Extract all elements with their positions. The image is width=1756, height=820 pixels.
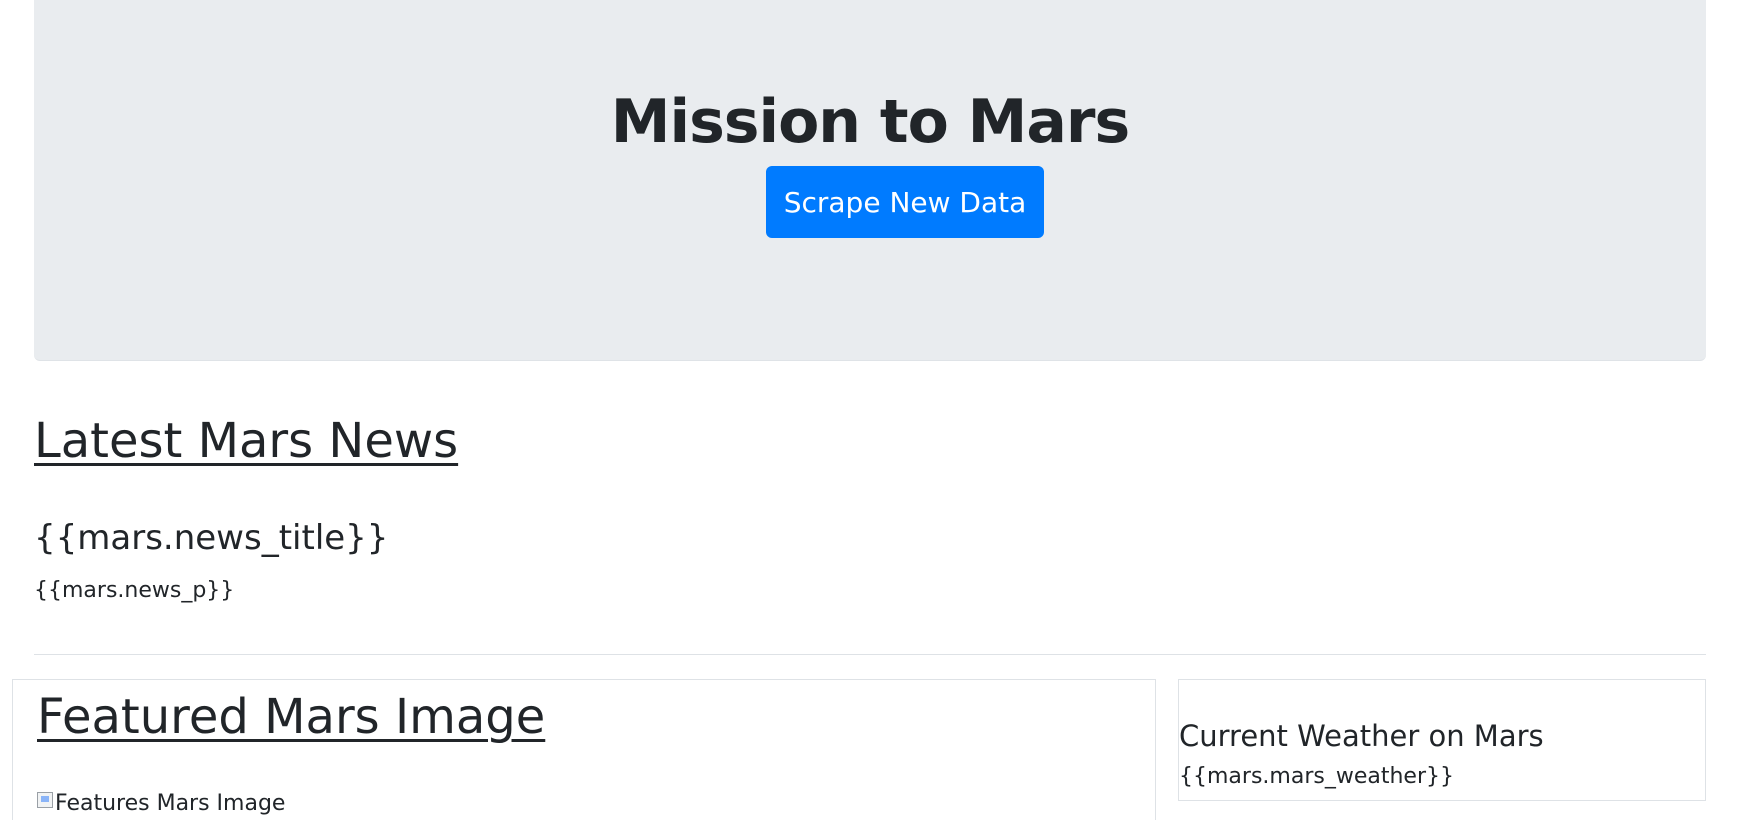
section-divider bbox=[34, 654, 1706, 655]
weather-text: {{mars.mars_weather}} bbox=[1179, 764, 1454, 789]
jumbotron: Mission to Mars Scrape New Data bbox=[34, 0, 1706, 361]
news-title: {{mars.news_title}} bbox=[34, 518, 389, 558]
featured-image-panel: Featured Mars Image Features Mars Image bbox=[12, 679, 1156, 820]
news-paragraph: {{mars.news_p}} bbox=[34, 578, 235, 603]
weather-heading: Current Weather on Mars bbox=[1179, 719, 1544, 753]
latest-mars-news-heading[interactable]: Latest Mars News bbox=[34, 410, 458, 472]
featured-mars-image-heading[interactable]: Featured Mars Image bbox=[37, 686, 545, 748]
weather-panel: Current Weather on Mars {{mars.mars_weat… bbox=[1178, 679, 1706, 801]
featured-mars-image: Features Mars Image bbox=[37, 790, 285, 818]
page-title: Mission to Mars bbox=[610, 87, 1130, 157]
featured-image-alt-text: Features Mars Image bbox=[55, 791, 286, 816]
broken-image-icon bbox=[37, 792, 53, 808]
scrape-new-data-button[interactable]: Scrape New Data bbox=[766, 166, 1044, 238]
page: Mission to Mars Scrape New Data Latest M… bbox=[0, 0, 1756, 820]
